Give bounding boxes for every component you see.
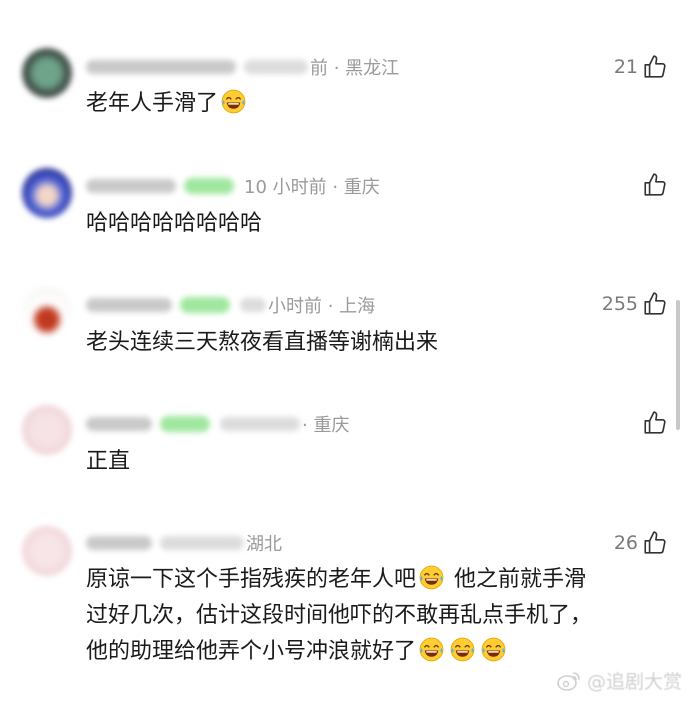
comment-body: 原谅一下这个手指残疾的老年人吧 (86, 567, 417, 592)
comment-meta: 湖北 (86, 530, 282, 556)
comment-meta: · 重庆 (86, 411, 349, 437)
avatar[interactable] (22, 168, 72, 218)
weibo-logo-icon (557, 671, 580, 691)
user-badge-blurred (180, 297, 230, 313)
scrollbar[interactable] (676, 300, 680, 430)
comment-line: 原谅一下这个手指残疾的老年人吧 他之前就手滑 (86, 562, 666, 598)
thumbs-up-icon (642, 54, 668, 80)
comment-text: 正直 (86, 444, 666, 480)
avatar[interactable] (22, 48, 72, 98)
laughing-emoji-icon (419, 565, 444, 590)
avatar[interactable] (22, 287, 72, 337)
comment-body: 过好几次，估计这段时间他吓的不敢再乱点手机了， (86, 603, 593, 628)
time-blurred (220, 417, 300, 431)
comment-body: 正直 (86, 449, 131, 474)
laughing-emoji-icon (221, 89, 246, 114)
username-blurred (86, 298, 172, 312)
comment-body: 老头连续三天熬夜看直播等谢楠出来 (86, 330, 439, 355)
avatar[interactable] (22, 405, 72, 455)
time-blurred (240, 298, 266, 312)
comment-line: 他的助理给他弄个小号冲浪就好了 (86, 634, 666, 670)
like-count: 255 (601, 293, 638, 315)
time-location: · 重庆 (302, 415, 350, 436)
like-button[interactable] (638, 408, 668, 438)
comment-body: 他的助理给他弄个小号冲浪就好了 (86, 639, 417, 664)
like-count: 26 (613, 532, 638, 554)
laughing-emoji-icon (419, 637, 444, 662)
time-location: 湖北 (246, 534, 282, 555)
time-location: 小时前 · 上海 (268, 296, 376, 317)
time-blurred (160, 536, 244, 550)
username-blurred (86, 60, 236, 74)
comment-text: 哈哈哈哈哈哈哈哈 (86, 206, 666, 242)
user-badge-blurred (184, 178, 234, 194)
thumbs-up-icon (642, 291, 668, 317)
like-button[interactable]: 21 (614, 52, 668, 82)
like-button[interactable] (638, 170, 668, 200)
thumbs-up-icon (642, 530, 668, 556)
comment-text: 原谅一下这个手指残疾的老年人吧 他之前就手滑 过好几次，估计这段时间他吓的不敢再… (86, 562, 666, 670)
time-blurred (244, 60, 308, 74)
laughing-emoji-icon (450, 637, 475, 662)
like-button[interactable]: 26 (614, 528, 668, 558)
comment-text: 老年人手滑了 (86, 86, 666, 122)
comment-line: 过好几次，估计这段时间他吓的不敢再乱点手机了， (86, 598, 666, 634)
watermark-text: @追剧大赏 (586, 671, 682, 693)
watermark: @追剧大赏 (557, 667, 682, 694)
thumbs-up-icon (642, 410, 668, 436)
thumbs-up-icon (642, 172, 668, 198)
username-blurred (86, 179, 176, 193)
comment-meta: 10 小时前 · 重庆 (86, 173, 380, 199)
username-blurred (86, 536, 152, 550)
time-location: 10 小时前 · 重庆 (244, 177, 380, 198)
username-blurred (86, 417, 152, 431)
like-button[interactable]: 255 (602, 289, 668, 319)
comment-meta: 小时前 · 上海 (86, 292, 375, 318)
comment-text: 老头连续三天熬夜看直播等谢楠出来 (86, 325, 666, 361)
avatar[interactable] (22, 526, 72, 576)
user-badge-blurred (160, 416, 210, 432)
laughing-emoji-icon (481, 637, 506, 662)
comment-body: 他之前就手滑 (447, 567, 587, 592)
comment-body: 哈哈哈哈哈哈哈哈 (86, 211, 263, 236)
comment-body: 老年人手滑了 (86, 91, 219, 116)
comment-meta: 前 · 黑龙江 (86, 54, 399, 80)
like-count: 21 (613, 56, 638, 78)
time-location: 前 · 黑龙江 (310, 58, 400, 79)
